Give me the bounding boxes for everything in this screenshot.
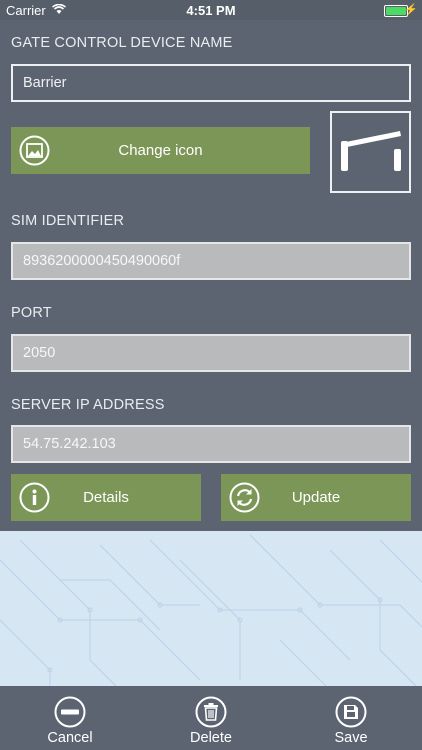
save-button[interactable]: Save (301, 686, 401, 750)
update-label: Update (291, 489, 341, 506)
save-icon (335, 696, 367, 728)
delete-label: Delete (190, 730, 232, 746)
device-icon-preview[interactable] (330, 111, 411, 193)
refresh-icon (229, 482, 260, 513)
cancel-button[interactable]: Cancel (20, 686, 120, 750)
minus-circle-icon (54, 696, 86, 728)
port-field[interactable]: 2050 (11, 334, 411, 372)
delete-button[interactable]: Delete (161, 686, 261, 750)
charging-icon: ⚡ (404, 4, 418, 16)
sim-identifier-field[interactable]: 8936200000450490060f (11, 242, 411, 280)
details-button[interactable]: Details (11, 474, 201, 521)
server-ip-field[interactable]: 54.75.242.103 (11, 425, 411, 463)
info-icon (19, 482, 50, 513)
change-icon-button[interactable]: Change icon (11, 127, 310, 174)
sim-identifier-label: SIM IDENTIFIER (11, 213, 125, 229)
cancel-label: Cancel (47, 730, 93, 746)
barrier-gate-icon (341, 131, 401, 171)
clock: 4:51 PM (186, 3, 236, 18)
status-bar: Carrier 4:51 PM ⚡ (0, 0, 422, 20)
server-ip-label: SERVER IP ADDRESS (11, 397, 165, 413)
trash-icon (195, 696, 227, 728)
save-label: Save (334, 730, 368, 746)
port-label: PORT (11, 305, 52, 321)
image-icon (19, 135, 50, 166)
change-icon-label: Change icon (118, 142, 203, 159)
details-label: Details (83, 489, 129, 506)
device-name-label: GATE CONTROL DEVICE NAME (11, 35, 233, 51)
bottom-toolbar: Cancel Delete Save (0, 686, 422, 750)
device-name-field[interactable]: Barrier (11, 64, 411, 102)
update-button[interactable]: Update (221, 474, 411, 521)
